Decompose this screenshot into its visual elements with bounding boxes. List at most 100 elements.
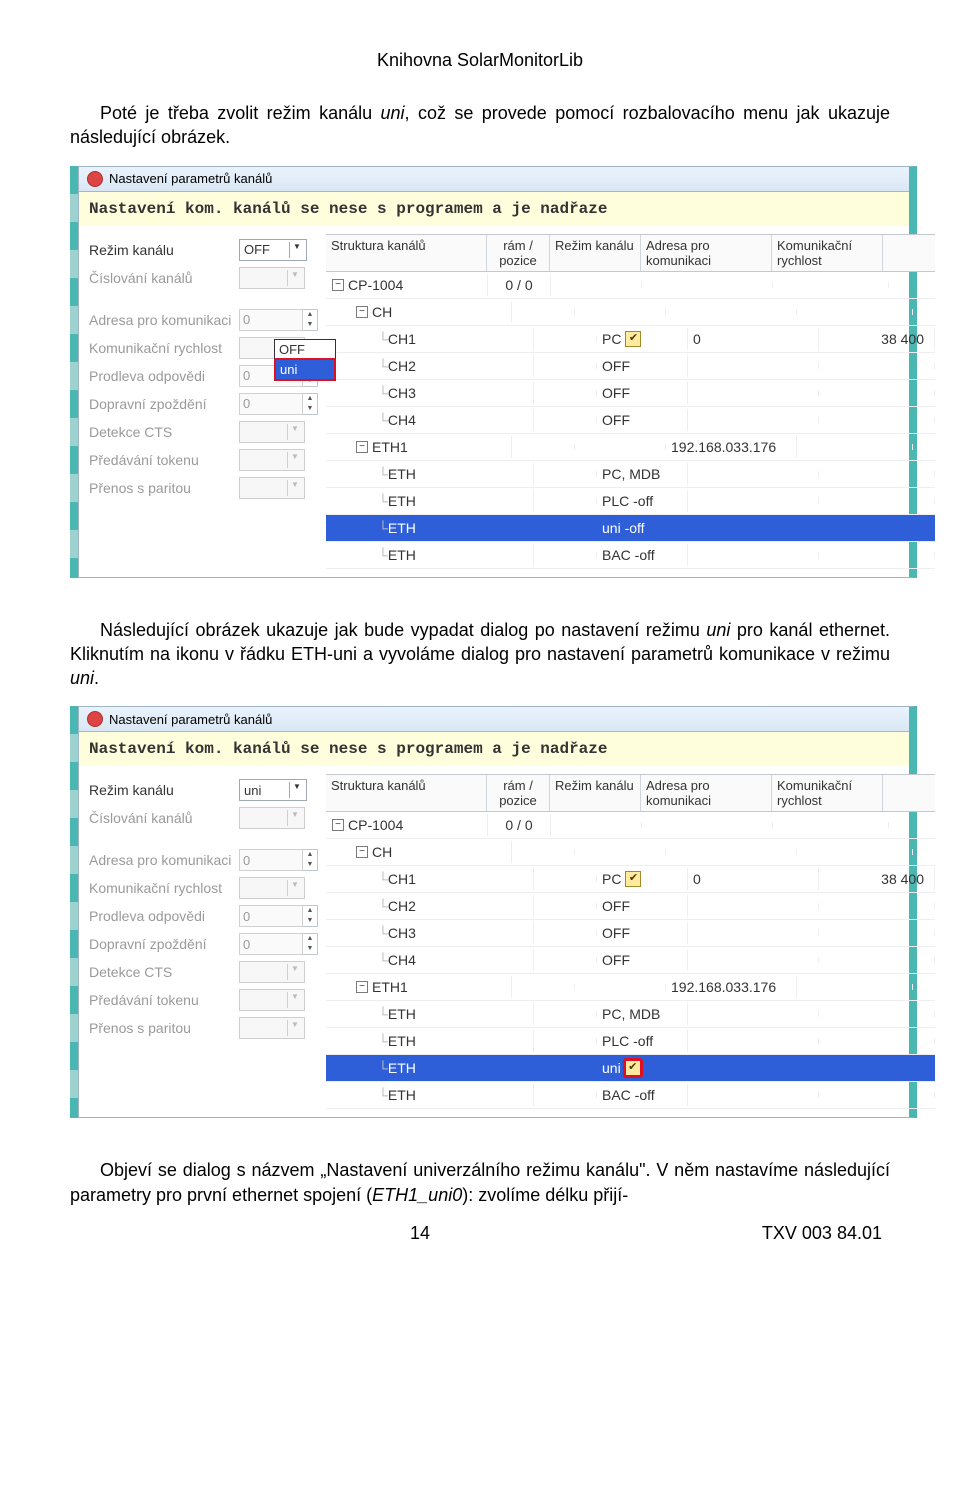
table-row[interactable]: └ CH3OFF [326, 380, 935, 407]
table-row[interactable]: └ CH4OFF [326, 407, 935, 434]
table-cell: 192.168.033.176 [666, 436, 797, 458]
header-ram[interactable]: rám / pozice [487, 775, 550, 811]
table-row[interactable]: └ CH2OFF [326, 893, 935, 920]
table-row[interactable]: └ CH1PC✔038 400 [326, 326, 935, 353]
cislovani-dropdown: ▼ [239, 807, 305, 829]
table-cell: PC, MDB [597, 463, 688, 485]
table-cell [819, 552, 935, 558]
table-cell: └ CH1 [326, 328, 534, 350]
table-row[interactable]: └ ETHBAC -off [326, 1082, 935, 1109]
table-cell: └ CH4 [326, 949, 534, 971]
table-row[interactable]: └ CH4OFF [326, 947, 935, 974]
table-cell: PC✔ [597, 328, 688, 350]
tree-node-label: ETH1 [372, 439, 408, 455]
header-rychlost[interactable]: Komunikační rychlost [772, 235, 883, 271]
config-icon[interactable]: ✔ [625, 1060, 641, 1076]
rychlost-dropdown: ▼ [239, 877, 305, 899]
table-cell: OFF [597, 355, 688, 377]
header-adresa[interactable]: Adresa pro komunikaci [641, 775, 772, 811]
tree-node-label: CH1 [388, 331, 416, 347]
table-cell [688, 390, 819, 396]
table-cell: 38 400 [819, 328, 935, 350]
config-icon[interactable]: ✔ [625, 871, 641, 887]
table-cell [819, 1011, 935, 1017]
prodleva-input [239, 905, 303, 927]
table-row[interactable]: └ CH1PC✔038 400 [326, 866, 935, 893]
table-cell: 0 / 0 [488, 814, 551, 836]
table-row[interactable]: └ CH3OFF [326, 920, 935, 947]
header-rezim[interactable]: Režim kanálu [550, 775, 641, 811]
header-adresa[interactable]: Adresa pro komunikaci [641, 235, 772, 271]
table-cell [551, 282, 642, 288]
page-code: TXV 003 84.01 [762, 1223, 882, 1244]
popup-item-off[interactable]: OFF [275, 340, 335, 359]
adresa-input [239, 309, 303, 331]
para3-i: ETH1_uni0 [372, 1185, 462, 1205]
label-rezim: Režim kanálu [89, 242, 239, 258]
label-parita: Přenos s paritou [89, 480, 239, 496]
table-cell [819, 525, 935, 531]
table-row[interactable]: −CH [326, 839, 935, 866]
table-cell [688, 471, 819, 477]
table-row[interactable]: └ ETHPLC -off [326, 1028, 935, 1055]
table-cell [819, 498, 935, 504]
header-rezim[interactable]: Režim kanálu [550, 235, 641, 271]
rezim-popup[interactable]: OFF uni [274, 339, 336, 381]
banner-text: Nastavení kom. kanálů se nese s programe… [79, 732, 909, 766]
tree-toggle-icon[interactable]: − [356, 846, 368, 858]
table-cell [512, 849, 575, 855]
tree-node-label: CH2 [388, 358, 416, 374]
table-row[interactable]: −CH [326, 299, 935, 326]
table-row[interactable]: └ ETHPC, MDB [326, 461, 935, 488]
tree-toggle-icon[interactable]: − [356, 981, 368, 993]
tree-node-label: CP-1004 [348, 277, 403, 293]
para3-b: ): zvolíme délku přijí- [462, 1185, 628, 1205]
table-row[interactable]: −CP-10040 / 0 [326, 812, 935, 839]
table-row[interactable]: └ ETHPLC -off [326, 488, 935, 515]
header-struktura[interactable]: Struktura kanálů [326, 775, 487, 811]
detekce-dropdown: ▼ [239, 421, 305, 443]
config-icon[interactable]: ✔ [625, 331, 641, 347]
table-cell [534, 1011, 597, 1017]
table-row[interactable]: └ ETHuni -off [326, 515, 935, 542]
label-detekce: Detekce CTS [89, 964, 239, 980]
table-row[interactable]: └ ETHBAC -off [326, 542, 935, 569]
parita-dropdown: ▼ [239, 1017, 305, 1039]
table-row[interactable]: └ CH2OFF [326, 353, 935, 380]
tree-node-label: ETH [388, 520, 416, 536]
tree-toggle-icon[interactable]: − [356, 306, 368, 318]
table-row[interactable]: └ ETHPC, MDB [326, 1001, 935, 1028]
cislovani-dropdown: ▼ [239, 267, 305, 289]
tree-toggle-icon[interactable]: − [332, 819, 344, 831]
header-rychlost[interactable]: Komunikační rychlost [772, 775, 883, 811]
table-cell: OFF [597, 409, 688, 431]
table-cell: └ CH1 [326, 868, 534, 890]
titlebar: Nastavení parametrů kanálů [79, 167, 909, 192]
table-cell: −CP-1004 [326, 814, 488, 836]
table-row[interactable]: └ ETHuni✔ [326, 1055, 935, 1082]
table-cell [534, 525, 597, 531]
table-cell: uni -off [597, 517, 688, 539]
paragraph-1: Poté je třeba zvolit režim kanálu uni, c… [70, 101, 890, 150]
label-rezim: Režim kanálu [89, 782, 239, 798]
rezim-dropdown[interactable]: OFF ▼ [239, 239, 307, 261]
header-struktura[interactable]: Struktura kanálů [326, 235, 487, 271]
popup-item-uni[interactable]: uni [274, 358, 336, 381]
table-header: Struktura kanálů rám / pozice Režim kaná… [326, 234, 935, 272]
table-row[interactable]: −ETH1192.168.033.176 [326, 974, 935, 1001]
adresa-input [239, 849, 303, 871]
label-prodleva: Prodleva odpovědi [89, 368, 239, 384]
table-cell [819, 957, 935, 963]
table-row[interactable]: −CP-10040 / 0 [326, 272, 935, 299]
tree-toggle-icon[interactable]: − [356, 441, 368, 453]
table-cell [688, 930, 819, 936]
tree-toggle-icon[interactable]: − [332, 279, 344, 291]
table-cell [666, 309, 797, 315]
table-cell: └ ETH [326, 1057, 534, 1079]
label-adresa: Adresa pro komunikaci [89, 312, 239, 328]
rezim-dropdown[interactable]: uni ▼ [239, 779, 307, 801]
table-row[interactable]: −ETH1 192.168.033.176 [326, 434, 935, 461]
header-ram[interactable]: rám / pozice [487, 235, 550, 271]
table-cell [773, 282, 889, 288]
table-cell [819, 1065, 935, 1071]
